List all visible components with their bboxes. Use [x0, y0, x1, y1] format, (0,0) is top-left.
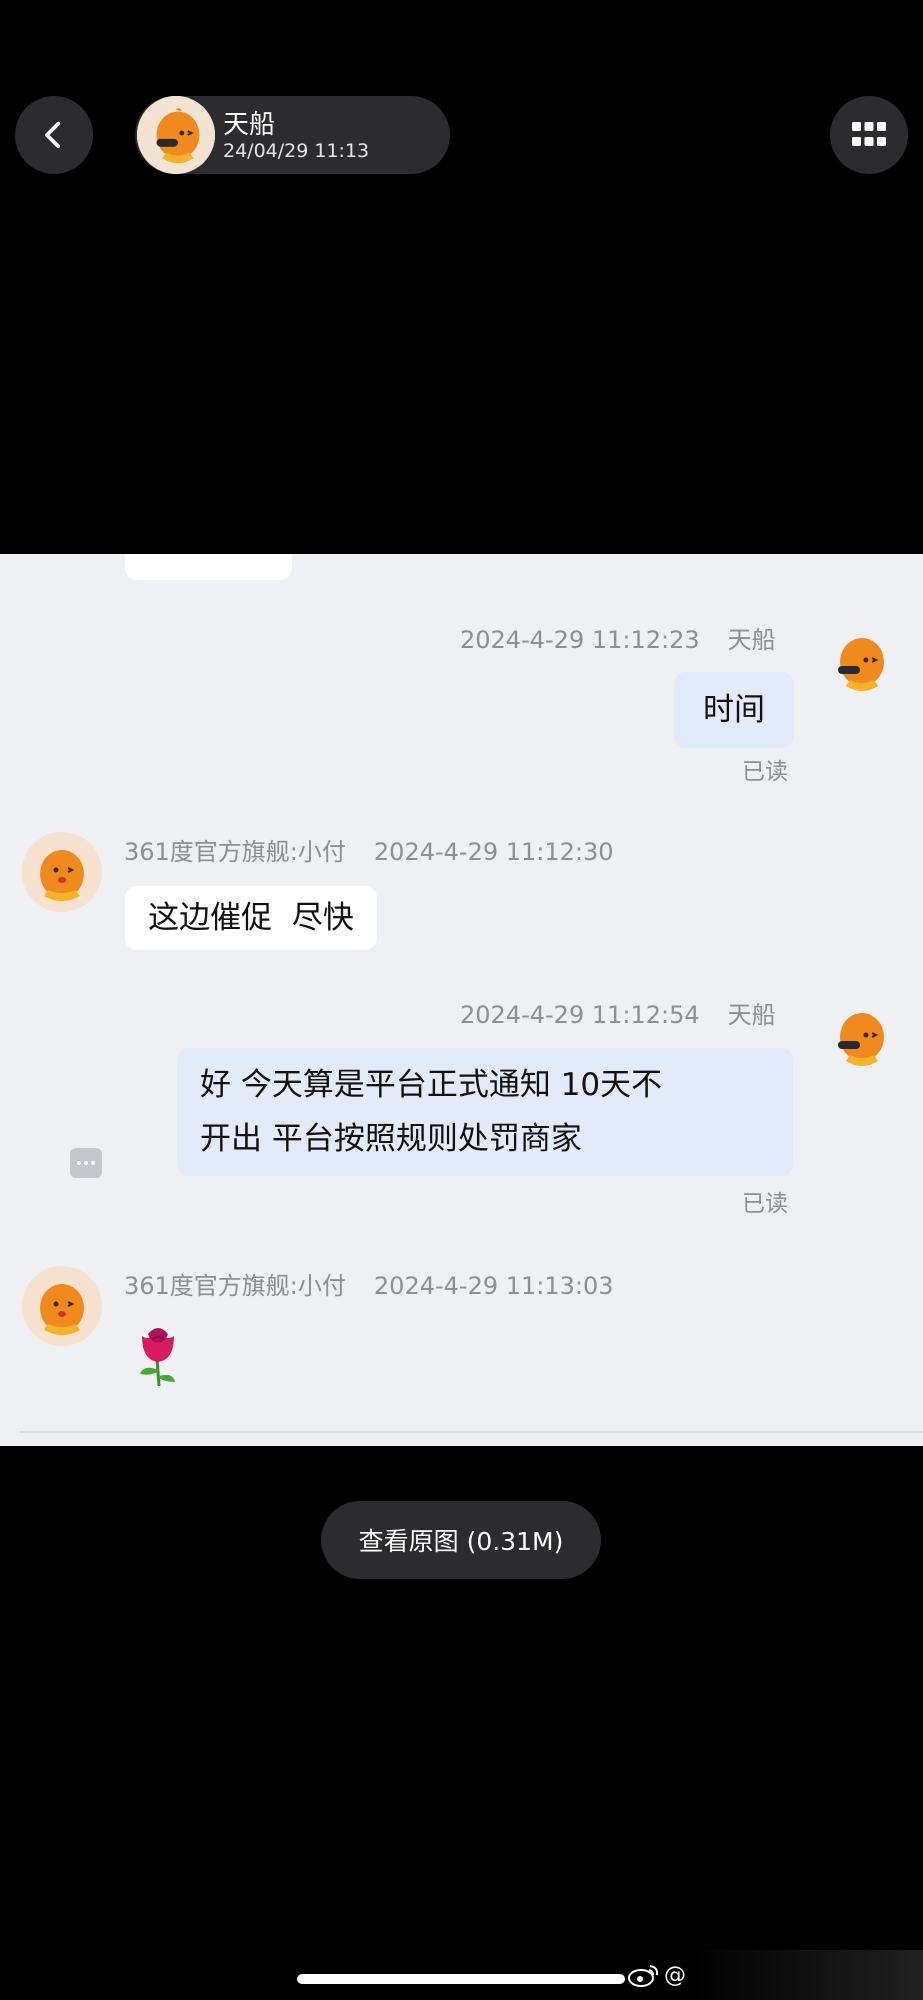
chevron-left-icon: [45, 121, 61, 149]
partial-message-bubble: [125, 554, 292, 580]
chat-screenshot: 2024-4-29 11:12:23 天船 时间 已读 361度官方旗舰:小付 20…: [0, 554, 923, 1446]
watermark: @: [628, 1962, 686, 1988]
mascot-avatar-icon: [137, 96, 215, 174]
message-meta: 2024-4-29 11:12:54 天船: [460, 1001, 776, 1029]
message-meta: 2024-4-29 11:12:23 天船: [460, 626, 776, 654]
back-button[interactable]: [15, 96, 93, 174]
message-line: 好 今天算是平台正式通知 10天不: [200, 1067, 663, 1103]
grid-menu-button[interactable]: [830, 96, 908, 174]
avatar: [818, 999, 898, 1079]
contact-time: 24/04/29 11:13: [223, 140, 370, 162]
view-original-button[interactable]: 查看原图 (0.31M): [321, 1501, 601, 1579]
message-line: 开出 平台按照规则处罚商家: [200, 1121, 582, 1157]
mascot-avatar-icon: [22, 832, 102, 912]
avatar: [818, 624, 898, 704]
avatar: [22, 832, 102, 912]
divider: [20, 1431, 923, 1433]
grid-icon: [852, 122, 886, 146]
mascot-avatar-icon: [818, 624, 898, 704]
read-status: 已读: [742, 1191, 788, 1217]
contact-name: 天船: [223, 110, 276, 140]
weibo-icon: [628, 1965, 659, 1987]
watermark-text: @: [664, 1962, 686, 1988]
message-meta: 361度官方旗舰:小付 2024-4-29 11:12:30: [124, 838, 614, 866]
message-meta: 361度官方旗舰:小付 2024-4-29 11:13:03: [124, 1272, 614, 1300]
watermark-overlay: [690, 1950, 923, 2000]
avatar: [137, 96, 215, 174]
more-options-icon[interactable]: [70, 1148, 102, 1178]
home-indicator[interactable]: [297, 1974, 625, 1984]
mascot-avatar-icon: [22, 1266, 102, 1346]
message-bubble[interactable]: 时间: [674, 672, 794, 748]
mascot-avatar-icon: [818, 999, 898, 1079]
message-bubble[interactable]: 好 今天算是平台正式通知 10天不 开出 平台按照规则处罚商家: [177, 1048, 793, 1176]
contact-pill[interactable]: 天船 24/04/29 11:13: [135, 96, 450, 174]
message-bubble[interactable]: 这边催促 尽快: [125, 886, 377, 950]
avatar: [22, 1266, 102, 1346]
read-status: 已读: [742, 759, 788, 785]
rose-icon: [128, 1318, 188, 1388]
